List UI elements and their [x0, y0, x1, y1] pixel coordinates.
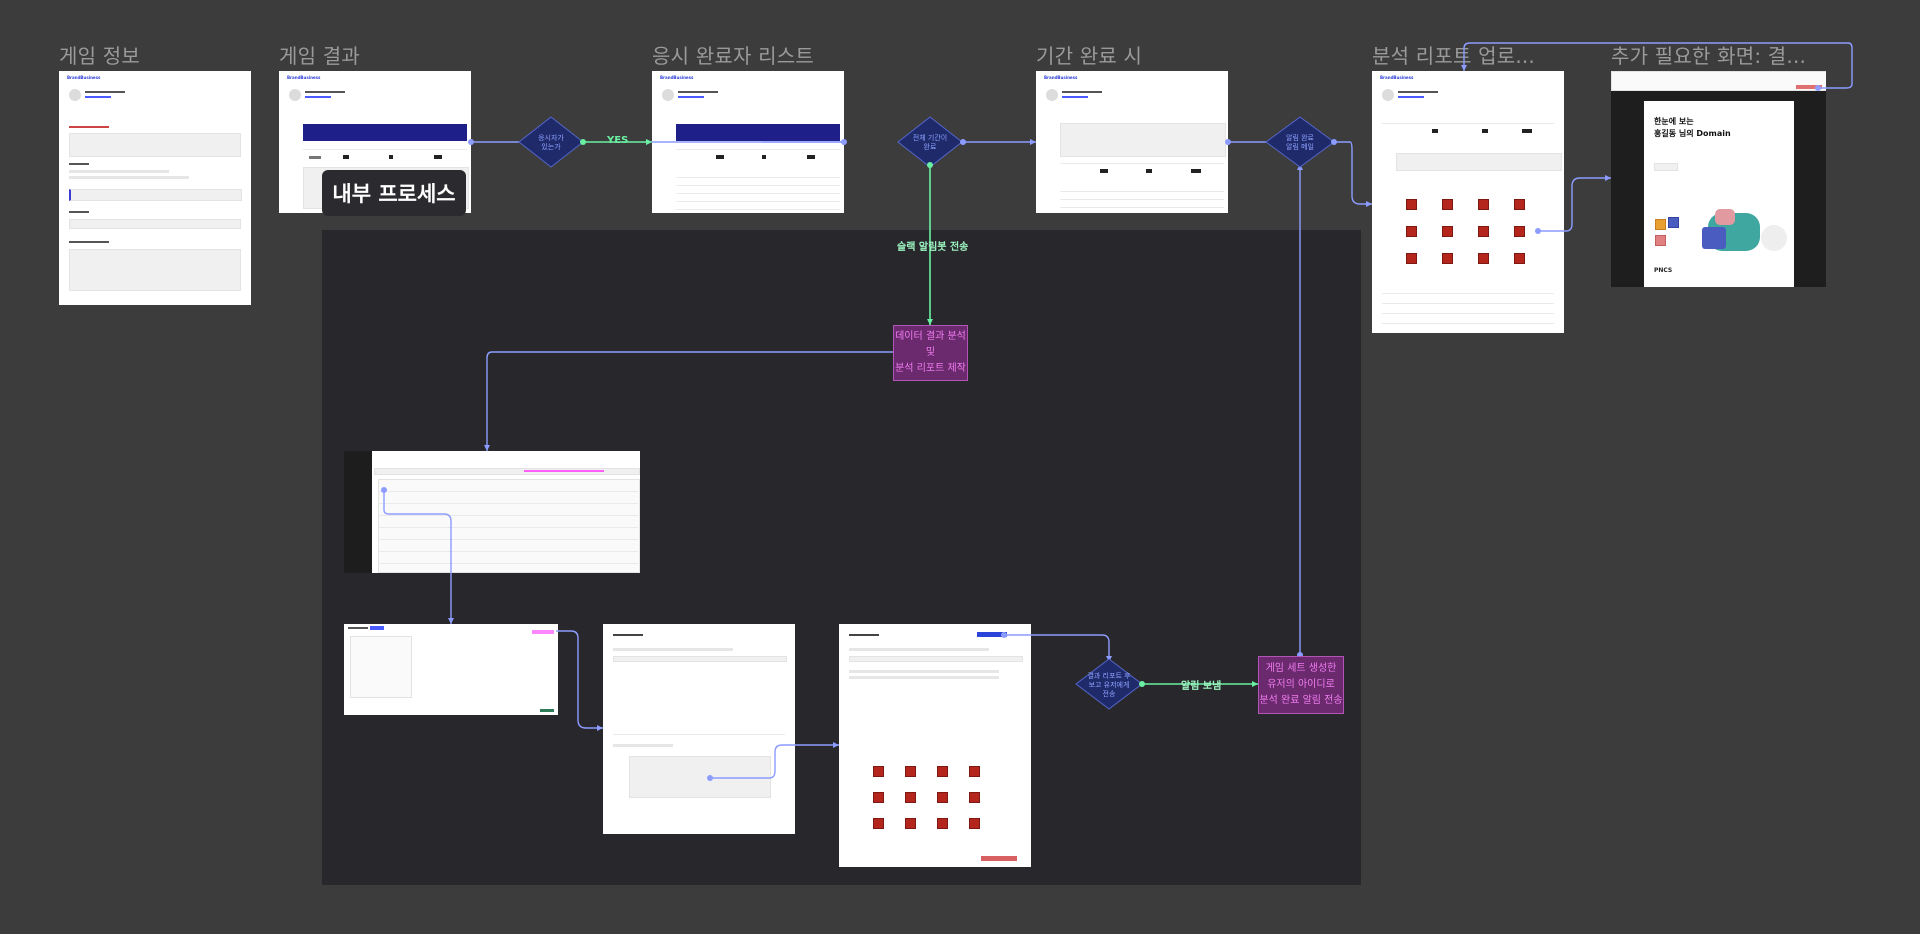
edge-label-yes: YES: [607, 135, 629, 146]
decision-alert-send-label: 알림 완료 알림 메일: [1286, 134, 1314, 151]
flow-connectors: [381, 42, 1853, 781]
decision-has-examinee-label: 응시자가 있는가: [538, 134, 564, 151]
edge-label-slack-bot: 슬랙 알림봇 전송: [897, 242, 969, 253]
process-send-result: 게임 세트 생성한 유저의 아이디로 분석 완료 알림 전송: [1258, 656, 1344, 714]
edge-label-notify: 알림 보냄: [1181, 681, 1222, 692]
decision-report-done-label: 결과 리포트 후 보고 유저에게 전송: [1087, 672, 1131, 698]
decision-period-end-label: 전체 기간이 완료: [912, 134, 948, 151]
process-analysis: 데이터 결과 분석 및 분석 리포트 제작: [893, 325, 968, 381]
